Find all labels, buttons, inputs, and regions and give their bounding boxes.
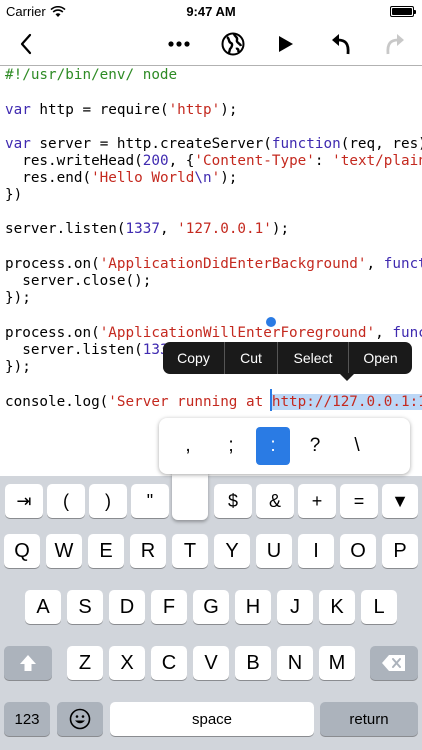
battery-level xyxy=(392,8,412,15)
key-close-paren[interactable]: ) xyxy=(89,484,127,518)
key-n[interactable]: N xyxy=(277,646,313,680)
return-key[interactable]: return xyxy=(320,702,418,736)
editor-toolbar xyxy=(0,22,422,66)
key-double-quote[interactable]: " xyxy=(131,484,169,518)
select-menu-item[interactable]: Select xyxy=(277,342,348,374)
selection-handle[interactable] xyxy=(266,317,276,327)
key-q[interactable]: Q xyxy=(4,534,40,568)
keyboard: ⇥ ( ) " $ & + = ▼ Q W E R T Y U I O P A … xyxy=(0,476,422,750)
code-line: process.on('ApplicationWillEnterForegrou… xyxy=(5,325,422,341)
delete-key[interactable] xyxy=(370,646,418,680)
more-button[interactable] xyxy=(159,22,199,66)
chevron-left-icon xyxy=(20,33,32,55)
key-r[interactable]: R xyxy=(130,534,166,568)
key-a[interactable]: A xyxy=(25,590,61,624)
globe-icon xyxy=(221,32,245,56)
cut-menu-item[interactable]: Cut xyxy=(224,342,277,374)
play-icon xyxy=(279,36,293,52)
key-x[interactable]: X xyxy=(109,646,145,680)
code-editor[interactable]: #!/usr/bin/env/ node var http = require(… xyxy=(0,66,422,476)
key-j[interactable]: J xyxy=(277,590,313,624)
key-y[interactable]: Y xyxy=(214,534,250,568)
key-dollar[interactable]: $ xyxy=(214,484,252,518)
key-u[interactable]: U xyxy=(256,534,292,568)
key-popup-stem xyxy=(172,466,208,520)
selected-text: http://127.0.0.1:1 xyxy=(271,394,422,410)
key-equals[interactable]: = xyxy=(340,484,378,518)
key-plus[interactable]: + xyxy=(298,484,336,518)
code-line: #!/usr/bin/env/ node xyxy=(5,67,178,83)
dismiss-keyboard-key[interactable]: ▼ xyxy=(382,484,418,518)
key-s[interactable]: S xyxy=(67,590,103,624)
status-bar: Carrier 9:47 AM xyxy=(0,0,422,22)
key-v[interactable]: V xyxy=(193,646,229,680)
key-z[interactable]: Z xyxy=(67,646,103,680)
key-m[interactable]: M xyxy=(319,646,355,680)
key-o[interactable]: O xyxy=(340,534,376,568)
key-l[interactable]: L xyxy=(361,590,397,624)
alt-key-backslash[interactable]: \ xyxy=(340,427,374,465)
redo-icon xyxy=(386,34,404,55)
alt-key-colon[interactable]: : xyxy=(256,427,290,465)
key-c[interactable]: C xyxy=(151,646,187,680)
key-b[interactable]: B xyxy=(235,646,271,680)
key-g[interactable]: G xyxy=(193,590,229,624)
edit-menu: Copy Cut Select Open xyxy=(163,342,412,374)
code-line: res.end('Hello World\n'); xyxy=(5,170,238,186)
code-line: server.listen(1337, '127.0.0.1'); xyxy=(5,221,290,237)
key-f[interactable]: F xyxy=(151,590,187,624)
code-line: console.log('Server running at http://12… xyxy=(5,394,422,411)
key-k[interactable]: K xyxy=(319,590,355,624)
space-key[interactable]: space xyxy=(110,702,314,736)
key-p[interactable]: P xyxy=(382,534,418,568)
tab-key[interactable]: ⇥ xyxy=(5,484,43,518)
key-t[interactable]: T xyxy=(172,534,208,568)
status-time: 9:47 AM xyxy=(186,4,236,19)
key-ampersand[interactable]: & xyxy=(256,484,294,518)
alt-key-comma[interactable]: , xyxy=(171,427,205,465)
code-line: }); xyxy=(5,359,31,375)
key-i[interactable]: I xyxy=(298,534,334,568)
open-menu-item[interactable]: Open xyxy=(348,342,412,374)
undo-icon xyxy=(332,34,350,55)
alt-key-semicolon[interactable]: ; xyxy=(214,427,248,465)
run-button[interactable] xyxy=(266,22,306,66)
key-w[interactable]: W xyxy=(46,534,82,568)
emoji-key[interactable] xyxy=(57,702,103,736)
key-h[interactable]: H xyxy=(235,590,271,624)
code-line: process.on('ApplicationDidEnterBackgroun… xyxy=(5,256,422,272)
battery-icon xyxy=(390,6,416,17)
back-button[interactable] xyxy=(6,22,46,66)
shift-key[interactable] xyxy=(4,646,52,680)
redo-button[interactable] xyxy=(375,22,415,66)
code-line: var server = http.createServer(function(… xyxy=(5,136,422,152)
code-line: }) xyxy=(5,187,23,203)
shift-icon xyxy=(20,655,36,671)
edit-menu-arrow xyxy=(339,373,355,381)
undo-button[interactable] xyxy=(321,22,361,66)
emoji-icon xyxy=(69,708,91,730)
alt-key-question[interactable]: ? xyxy=(298,427,332,465)
code-line: }); xyxy=(5,290,31,306)
key-d[interactable]: D xyxy=(109,590,145,624)
numbers-key[interactable]: 123 xyxy=(4,702,50,736)
delete-icon xyxy=(382,655,405,671)
code-line: res.writeHead(200, {'Content-Type': 'tex… xyxy=(5,153,422,169)
key-alternates-popup: , ; : ? \ xyxy=(159,418,410,474)
copy-menu-item[interactable]: Copy xyxy=(163,342,224,374)
ellipsis-icon xyxy=(168,41,190,47)
web-preview-button[interactable] xyxy=(213,22,253,66)
text-caret xyxy=(270,389,272,411)
code-line: var http = require('http'); xyxy=(5,102,238,118)
key-open-paren[interactable]: ( xyxy=(47,484,85,518)
key-e[interactable]: E xyxy=(88,534,124,568)
code-line: server.close(); xyxy=(5,273,152,289)
